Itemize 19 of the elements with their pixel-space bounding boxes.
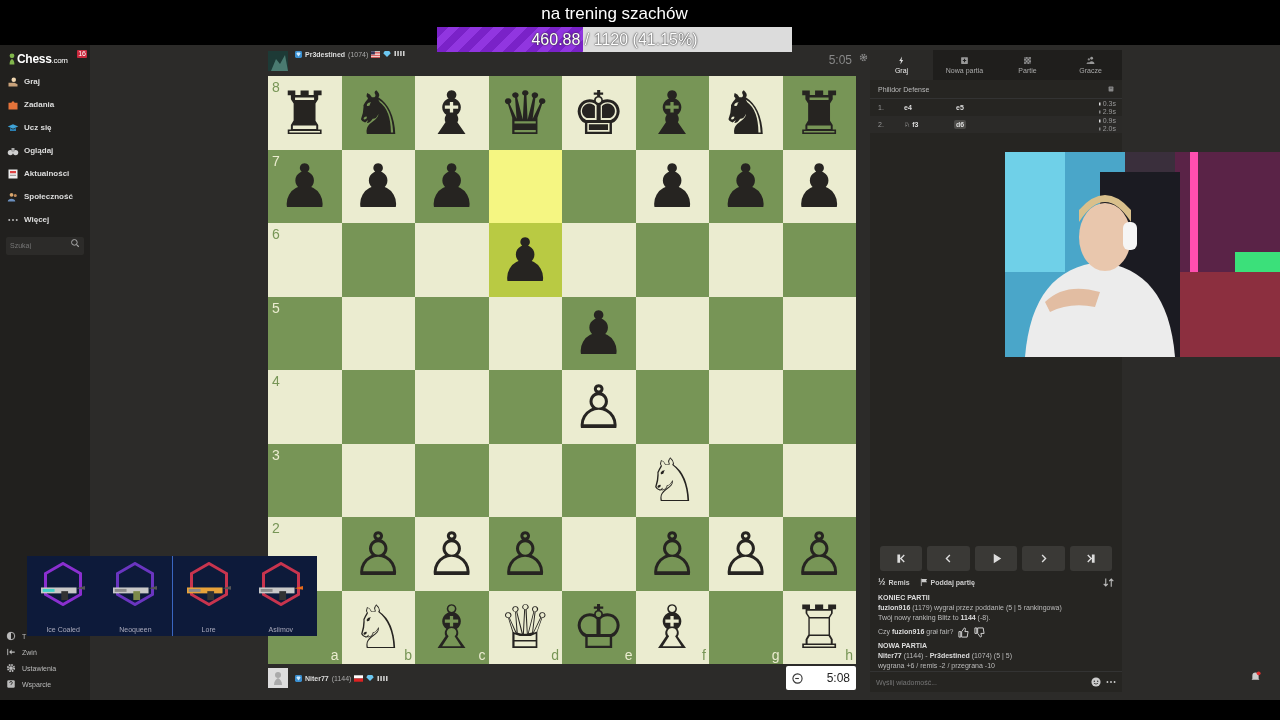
file-label: f: [702, 647, 706, 663]
stream-title: na trening szachów: [541, 3, 688, 25]
file-label: a: [330, 647, 339, 663]
file-label: h: [845, 647, 853, 663]
rank-label: 7: [272, 152, 280, 169]
rank-label: 6: [272, 226, 280, 242]
rank-label: 2: [272, 520, 280, 536]
file-label: b: [404, 647, 412, 663]
file-label: g: [771, 647, 780, 663]
file-label: e: [624, 647, 633, 663]
file-label: d: [551, 647, 559, 663]
rank-label: 3: [272, 446, 280, 463]
clock: 5:08: [786, 666, 856, 690]
file-label: c: [478, 647, 486, 663]
rank-label: 8: [272, 79, 280, 95]
progress-reading: 460.88 / 1120 (41.15%): [530, 31, 699, 49]
rank-label: 4: [272, 373, 280, 389]
clock: 5:05: [828, 53, 852, 67]
rank-label: 5: [272, 299, 280, 316]
